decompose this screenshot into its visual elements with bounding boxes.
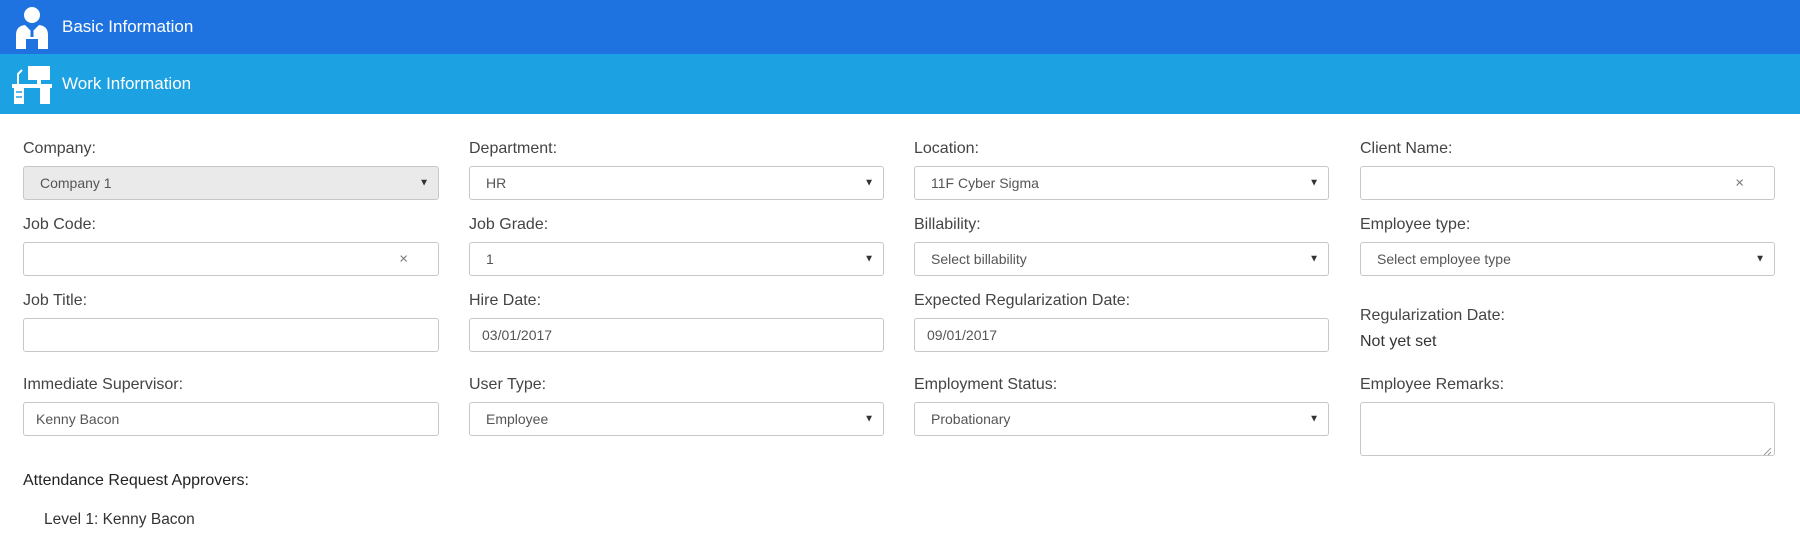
person-icon: [10, 5, 54, 49]
clear-icon[interactable]: ×: [1735, 175, 1744, 192]
job-title-label: Job Title:: [23, 292, 88, 309]
chevron-down-icon: ▼: [1309, 253, 1319, 265]
job-title-input[interactable]: [23, 318, 439, 352]
employee-type-value: Select employee type: [1377, 251, 1511, 267]
chevron-down-icon: ▼: [864, 253, 874, 265]
employee-type-label: Employee type:: [1360, 216, 1471, 233]
location-label: Location:: [914, 140, 979, 157]
employment-status-label: Employment Status:: [914, 376, 1058, 393]
user-type-label: User Type:: [469, 376, 547, 393]
client-name-label: Client Name:: [1360, 140, 1453, 157]
chevron-down-icon: ▼: [1755, 253, 1765, 265]
hire-date-input[interactable]: 03/01/2017: [469, 318, 884, 352]
employee-remarks-textarea[interactable]: [1360, 402, 1775, 456]
company-select: Company 1 ▼: [23, 166, 439, 200]
expected-regularization-date-value: 09/01/2017: [927, 327, 998, 343]
location-value: 11F Cyber Sigma: [931, 175, 1039, 191]
company-value: Company 1: [40, 175, 112, 191]
employee-remarks-label: Employee Remarks:: [1360, 376, 1505, 393]
chevron-down-icon: ▼: [864, 413, 874, 425]
regularization-date-label: Regularization Date:: [1360, 307, 1505, 324]
hire-date-value: 03/01/2017: [482, 327, 553, 343]
immediate-supervisor-value: Kenny Bacon: [36, 411, 120, 427]
immediate-supervisor-input[interactable]: Kenny Bacon: [23, 402, 439, 436]
location-select[interactable]: 11F Cyber Sigma ▼: [914, 166, 1329, 200]
billability-select[interactable]: Select billability ▼: [914, 242, 1329, 276]
job-grade-label: Job Grade:: [469, 216, 549, 233]
job-grade-value: 1: [486, 251, 494, 267]
resize-grip-icon[interactable]: [1762, 443, 1772, 456]
chevron-down-icon: ▼: [1309, 413, 1319, 425]
department-value: HR: [486, 175, 507, 191]
attendance-request-approvers-heading: Attendance Request Approvers:: [23, 472, 249, 489]
basic-information-title: Basic Information: [62, 17, 194, 36]
employee-type-select[interactable]: Select employee type ▼: [1360, 242, 1775, 276]
expected-regularization-date-input[interactable]: 09/01/2017: [914, 318, 1329, 352]
job-code-select[interactable]: ×: [23, 242, 439, 276]
billability-label: Billability:: [914, 216, 981, 233]
work-information-header[interactable]: Work Information: [0, 54, 1800, 114]
client-name-select[interactable]: ×: [1360, 166, 1775, 200]
basic-information-header[interactable]: Basic Information: [0, 0, 1800, 54]
employment-status-select[interactable]: Probationary ▼: [914, 402, 1329, 436]
desk-icon: [10, 62, 54, 106]
clear-icon[interactable]: ×: [399, 251, 408, 268]
regularization-date-value: Not yet set: [1360, 333, 1437, 350]
chevron-down-icon: ▼: [1309, 177, 1319, 189]
employment-status-value: Probationary: [931, 411, 1011, 427]
expected-regularization-date-label: Expected Regularization Date:: [914, 292, 1131, 309]
immediate-supervisor-label: Immediate Supervisor:: [23, 376, 184, 393]
chevron-down-icon: ▼: [419, 177, 429, 189]
job-code-label: Job Code:: [23, 216, 96, 233]
job-grade-select[interactable]: 1 ▼: [469, 242, 884, 276]
work-information-title: Work Information: [62, 74, 192, 93]
billability-value: Select billability: [931, 251, 1027, 267]
chevron-down-icon: ▼: [864, 177, 874, 189]
hire-date-label: Hire Date:: [469, 292, 542, 309]
work-information-form: Company: Company 1 ▼ Department: HR ▼ Lo…: [0, 114, 1800, 543]
department-label: Department:: [469, 140, 558, 157]
user-type-select[interactable]: Employee ▼: [469, 402, 884, 436]
company-label: Company:: [23, 140, 96, 157]
user-type-value: Employee: [486, 411, 549, 427]
approver-level-1: Level 1: Kenny Bacon: [44, 511, 195, 528]
department-select[interactable]: HR ▼: [469, 166, 884, 200]
